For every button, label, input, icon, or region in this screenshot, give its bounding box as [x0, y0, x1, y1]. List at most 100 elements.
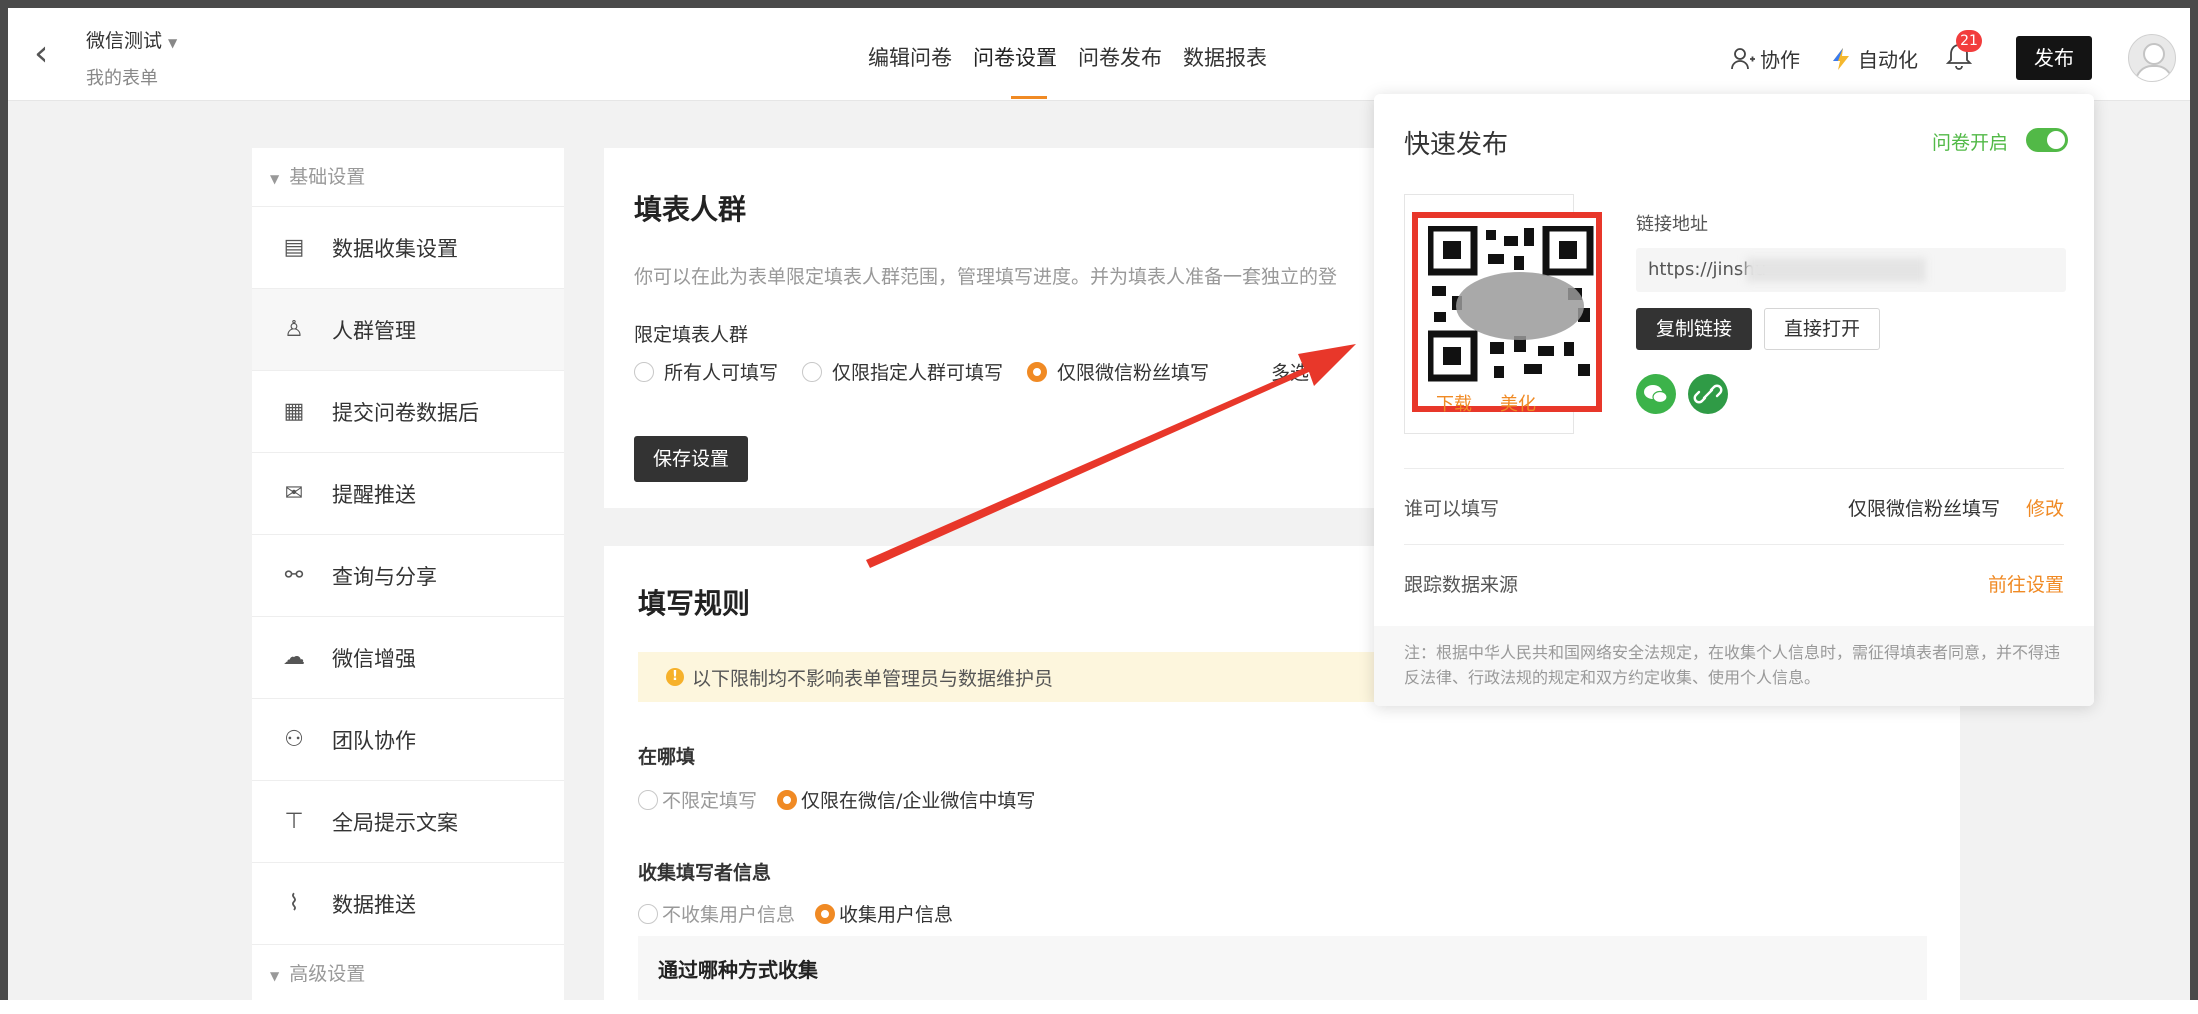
divider — [1404, 544, 2064, 545]
radio-circle — [638, 903, 658, 924]
radio-label: 不收集用户信息 — [662, 904, 796, 926]
radio-option-wechat-fans[interactable]: 仅限微信粉丝填写 — [1027, 358, 1209, 385]
crowd-card-title: 填表人群 — [634, 193, 747, 226]
track-source-label: 跟踪数据来源 — [1404, 574, 1519, 596]
app-window: ‹ 微信测试 ▼ 我的表单 编辑问卷 问卷设置 问卷发布 数据报表 协作 自动化 … — [0, 0, 2198, 1014]
user-group-icon: ♙ — [284, 317, 304, 342]
wechat-icon: ☁ — [283, 645, 305, 670]
avatar[interactable] — [2128, 34, 2176, 82]
radio-circle-selected — [815, 903, 836, 924]
chart-icon: ⌇ — [288, 891, 300, 916]
modify-link[interactable]: 修改 — [2026, 494, 2064, 521]
radio-label: 不限定填写 — [662, 790, 758, 812]
automation-button[interactable]: 自动化 — [1830, 44, 1918, 73]
sidebar-item-data-collection[interactable]: ▤ 数据收集设置 — [252, 207, 564, 289]
quick-publish-popup: 快速发布 问卷开启 下载 美化 链接地址 https://jinshu 复制链接 … — [1374, 94, 2094, 706]
radio-option-specified[interactable]: 仅限指定人群可填写 — [802, 358, 1003, 385]
qr-code-icon[interactable] — [1428, 226, 1606, 386]
radio-label: 仅限微信粉丝填写 — [1057, 362, 1210, 384]
qr-beautify-link[interactable]: 美化 — [1500, 394, 1536, 415]
save-settings-button[interactable]: 保存设置 — [634, 436, 748, 482]
add-user-icon — [1731, 47, 1755, 69]
copy-link-button[interactable]: 复制链接 — [1636, 308, 1752, 350]
triangle-down-icon: ▼ — [270, 969, 280, 983]
sidebar-item-label: 提交问卷数据后 — [332, 400, 479, 425]
toggle-knob — [2047, 131, 2065, 149]
warning-icon: ! — [666, 668, 684, 686]
form-name[interactable]: 微信测试 ▼ — [86, 26, 177, 53]
advanced-settings-group[interactable]: ▼ 高级设置 — [252, 945, 564, 1003]
where-label: 在哪填 — [638, 746, 696, 768]
tab-survey-settings[interactable]: 问卷设置 — [973, 42, 1057, 72]
link-address-label: 链接地址 — [1636, 214, 1708, 235]
survey-open-toggle[interactable] — [2026, 128, 2068, 152]
link-redaction — [1746, 258, 1926, 282]
popup-title: 快速发布 — [1404, 130, 1509, 160]
publish-button[interactable]: 发布 — [2016, 36, 2092, 80]
divider — [1404, 468, 2064, 469]
collab-label: 协作 — [1760, 48, 1800, 72]
group-label: 高级设置 — [289, 963, 366, 985]
radio-label: 仅限在微信/企业微信中填写 — [801, 790, 1036, 812]
top-bar: ‹ 微信测试 ▼ 我的表单 编辑问卷 问卷设置 问卷发布 数据报表 协作 自动化 … — [8, 8, 2190, 101]
collect-method-label: 通过哪种方式收集 — [658, 958, 818, 982]
my-forms-link[interactable]: 我的表单 — [86, 64, 158, 90]
crowd-card-description: 你可以在此为表单限定填表人群范围，管理填写进度。并为填表人准备一套独立的登 — [634, 266, 1338, 288]
sidebar-item-global-tips[interactable]: ⊤ 全局提示文案 — [252, 781, 564, 863]
radio-option-collect[interactable]: 收集用户信息 — [815, 900, 953, 927]
restrict-label: 限定填表人群 — [634, 324, 749, 346]
wechat-share-icon[interactable] — [1636, 374, 1676, 414]
tab-edit-survey[interactable]: 编辑问卷 — [868, 42, 952, 72]
sidebar-item-label: 团队协作 — [332, 728, 416, 753]
text-icon: ⊤ — [284, 809, 304, 834]
sidebar-item-label: 查询与分享 — [332, 564, 437, 589]
link-share-icon[interactable] — [1688, 374, 1728, 414]
tab-survey-publish[interactable]: 问卷发布 — [1078, 42, 1162, 72]
collect-radio-group: 不收集用户信息 收集用户信息 — [638, 900, 977, 927]
radio-label: 收集用户信息 — [839, 904, 954, 926]
radio-label: 仅限指定人群可填写 — [832, 362, 1004, 384]
sidebar-item-label: 提醒推送 — [332, 482, 416, 507]
go-settings-link[interactable]: 前往设置 — [1988, 570, 2064, 597]
radio-circle — [802, 361, 823, 382]
qr-download-link[interactable]: 下载 — [1436, 394, 1472, 415]
open-direct-button[interactable]: 直接打开 — [1764, 308, 1880, 350]
rules-card-title: 填写规则 — [638, 587, 751, 620]
who-can-fill-label: 谁可以填写 — [1404, 498, 1500, 520]
sidebar-item-after-submit[interactable]: ▦ 提交问卷数据后 — [252, 371, 564, 453]
sidebar-item-crowd-management[interactable]: ♙ 人群管理 — [252, 289, 564, 371]
sidebar-item-label: 人群管理 — [332, 318, 416, 343]
document-icon: ▤ — [283, 235, 305, 260]
radio-circle-selected — [777, 789, 798, 810]
sidebar-item-label: 微信增强 — [332, 646, 416, 671]
where-radio-group: 不限定填写 仅限在微信/企业微信中填写 — [638, 786, 1059, 813]
sidebar-item-label: 数据推送 — [332, 892, 416, 917]
sidebar-item-reminder-push[interactable]: ✉ 提醒推送 — [252, 453, 564, 535]
radio-option-no-limit[interactable]: 不限定填写 — [638, 786, 757, 813]
radio-label: 多选 — [1271, 362, 1310, 384]
active-tab-indicator — [1011, 96, 1047, 99]
legal-note-text: 注：根据中华人民共和国网络安全法规定，在收集个人信息时，需征得填表者同意，并不得… — [1404, 643, 2061, 687]
chevron-left-icon[interactable]: ‹ — [34, 36, 48, 72]
share-icon: ⚯ — [284, 563, 304, 588]
radio-option-everyone[interactable]: 所有人可填写 — [634, 358, 778, 385]
collab-button[interactable]: 协作 — [1730, 44, 1800, 73]
legal-note: 注：根据中华人民共和国网络安全法规定，在收集个人信息时，需征得填表者同意，并不得… — [1374, 626, 2094, 706]
sidebar-item-wechat-enhance[interactable]: ☁ 微信增强 — [252, 617, 564, 699]
radio-option-no-collect[interactable]: 不收集用户信息 — [638, 900, 795, 927]
tab-data-report[interactable]: 数据报表 — [1183, 42, 1267, 72]
sidebar-item-query-share[interactable]: ⚯ 查询与分享 — [252, 535, 564, 617]
team-icon: ⚇ — [284, 727, 304, 752]
sidebar-item-label: 数据收集设置 — [332, 236, 458, 261]
radio-circle-selected — [1027, 361, 1048, 382]
submit-doc-icon: ▦ — [283, 399, 305, 424]
sidebar-item-data-push[interactable]: ⌇ 数据推送 — [252, 863, 564, 945]
frame-bottom — [0, 1000, 2198, 1014]
radio-option-multi[interactable]: 多选 — [1271, 358, 1309, 385]
sidebar-item-team-collab[interactable]: ⚇ 团队协作 — [252, 699, 564, 781]
radio-option-wechat-only[interactable]: 仅限在微信/企业微信中填写 — [777, 786, 1035, 813]
radio-circle — [638, 789, 658, 810]
basic-settings-group[interactable]: ▼ 基础设置 — [252, 148, 564, 207]
caret-down-icon: ▼ — [168, 36, 178, 50]
radio-circle — [634, 361, 654, 382]
